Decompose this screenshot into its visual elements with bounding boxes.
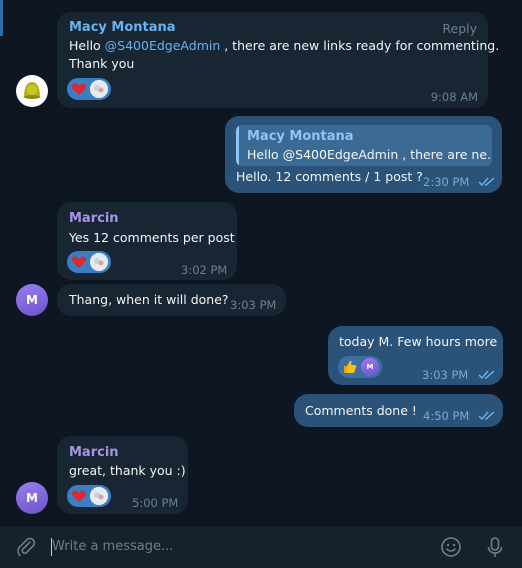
thumbs-up-icon [344, 360, 357, 373]
avatar-marcin[interactable]: M [16, 482, 48, 514]
message-time: 5:00 PM [132, 496, 179, 510]
reaction-user-image [90, 253, 108, 271]
reaction-heart[interactable] [67, 251, 111, 273]
message-text-line2: Thank you [69, 56, 135, 71]
message-outgoing-hours[interactable]: today M. Few hours more M 3:03 PM [328, 326, 503, 385]
double-check-icon [478, 177, 495, 187]
text-suffix: , there are new links ready for commenti… [220, 38, 500, 53]
macy-avatar-image [17, 76, 47, 106]
microphone-icon[interactable] [484, 536, 506, 558]
quoted-message[interactable]: Macy Montana Hello @S400EdgeAdmin , ther… [236, 125, 492, 166]
emoji-icon[interactable] [440, 536, 462, 558]
message-outgoing-done[interactable]: Comments done ! 4:50 PM [294, 394, 503, 427]
quote-text: Hello @S400EdgeAdmin , there are ne... [247, 147, 492, 162]
message-composer: Write a message... [0, 526, 522, 568]
heart-icon [71, 83, 87, 95]
avatar-initial: M [26, 491, 38, 505]
message-input[interactable]: Write a message... [52, 539, 173, 554]
reaction-user-avatar [90, 487, 108, 505]
avatar-macy-montana[interactable] [16, 75, 48, 107]
message-text: Yes 12 comments per post [69, 230, 235, 245]
text-prefix: Hello [69, 38, 105, 53]
attach-icon[interactable] [15, 536, 37, 558]
message-time: 4:50 PM [423, 409, 470, 423]
sender-name[interactable]: Macy Montana [69, 20, 176, 35]
message-macy-links[interactable]: Macy Montana Reply Hello @S400EdgeAdmin … [57, 12, 499, 108]
reaction-user-avatar [90, 253, 108, 271]
reaction-user-image [90, 487, 108, 505]
message-text: today M. Few hours more [339, 334, 498, 349]
avatar-initial: M [26, 293, 38, 307]
avatar-marcin[interactable]: M [16, 284, 48, 316]
message-time: 3:03 PM [422, 368, 469, 382]
message-text: Thang, when it will done? [69, 292, 229, 307]
reaction-heart[interactable] [67, 485, 111, 507]
reaction-heart[interactable] [67, 78, 111, 100]
chat-area: Macy Montana Reply Hello @S400EdgeAdmin … [0, 0, 522, 526]
message-time: 3:03 PM [230, 298, 277, 312]
message-text: Hello @S400EdgeAdmin , there are new lin… [69, 37, 499, 55]
selection-indicator [0, 0, 3, 36]
double-check-icon [478, 370, 495, 380]
heart-icon [71, 490, 87, 502]
message-text: great, thank you :) [69, 463, 186, 478]
reply-link[interactable]: Reply [442, 21, 477, 36]
reaction-user-avatar: M [361, 358, 379, 376]
mention-link[interactable]: @S400EdgeAdmin [105, 38, 221, 53]
sender-name[interactable]: Marcin [69, 445, 119, 460]
message-time: 2:30 PM [423, 175, 470, 189]
reaction-thumbs-up[interactable]: M [338, 356, 382, 378]
reaction-user-image [90, 80, 108, 98]
message-marcin-comments[interactable]: Marcin Yes 12 comments per post 3:02 PM [57, 202, 237, 280]
sender-name[interactable]: Marcin [69, 211, 119, 226]
message-marcin-when[interactable]: Thang, when it will done? 3:03 PM [57, 284, 286, 316]
message-time: 9:08 AM [430, 90, 478, 104]
message-outgoing-reply[interactable]: Macy Montana Hello @S400EdgeAdmin , ther… [225, 116, 502, 193]
quote-sender: Macy Montana [247, 129, 354, 144]
message-text: Comments done ! [305, 403, 417, 418]
message-marcin-thanks[interactable]: Marcin great, thank you :) 5:00 PM [57, 436, 188, 514]
double-check-icon [478, 411, 495, 421]
quote-bar [236, 125, 239, 166]
message-text: Hello. 12 comments / 1 post ? [236, 169, 423, 184]
heart-icon [71, 256, 87, 268]
reaction-user-avatar [90, 80, 108, 98]
message-time: 3:02 PM [181, 263, 228, 277]
